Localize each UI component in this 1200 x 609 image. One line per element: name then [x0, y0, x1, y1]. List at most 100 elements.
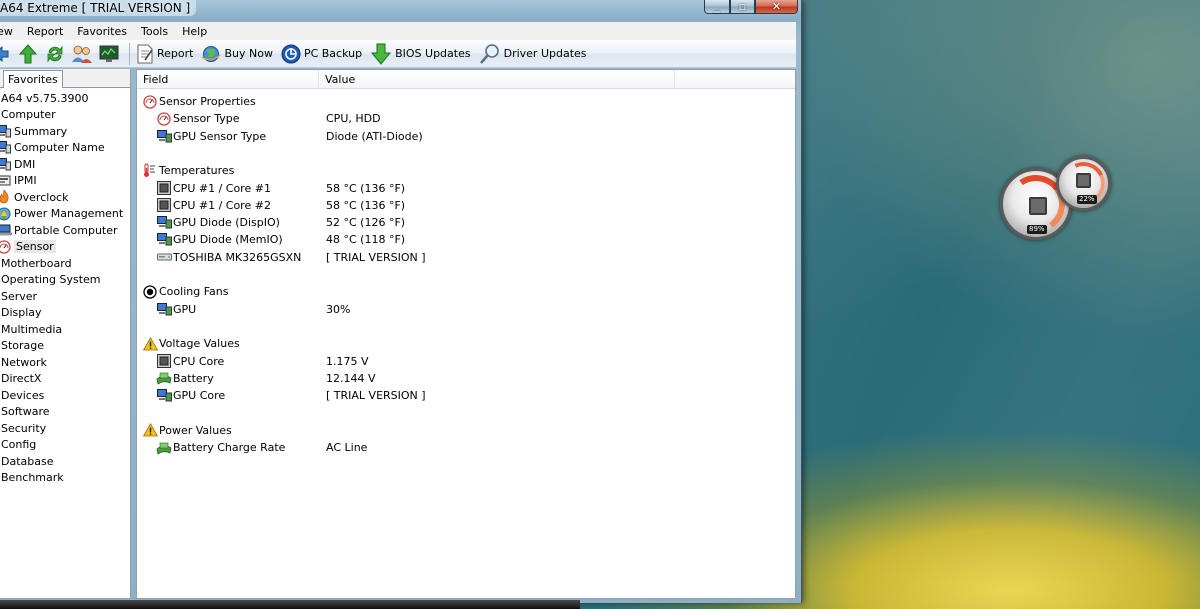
- menu-report[interactable]: Report: [20, 25, 70, 38]
- tree-item[interactable]: Benchmark: [0, 470, 130, 487]
- refresh-icon[interactable]: [44, 43, 66, 65]
- sensor-field: CPU Core: [173, 354, 225, 368]
- report-icon: [137, 44, 153, 63]
- sensor-row[interactable]: GPU Diode (MemIO): [156, 231, 283, 248]
- sensor-row[interactable]: GPU: [156, 301, 196, 318]
- tree-item-label: Multimedia: [1, 322, 63, 336]
- tree-item[interactable]: Multimedia: [0, 321, 130, 338]
- tree-item-label: Network: [1, 355, 47, 369]
- tree-item[interactable]: Network: [0, 354, 130, 371]
- maximize-button[interactable]: ▫: [730, 0, 755, 14]
- sensor-value: 52 °C (126 °F): [326, 216, 406, 230]
- menu-favorites[interactable]: Favorites: [70, 25, 134, 38]
- tree-item[interactable]: Devices: [0, 387, 130, 404]
- pc-backup-button[interactable]: PC Backup: [281, 42, 362, 66]
- section-header[interactable]: Cooling Fans: [142, 283, 228, 300]
- driver-updates-button[interactable]: Driver Updates: [479, 42, 587, 66]
- ram-meter-gadget[interactable]: 22%: [1055, 155, 1112, 212]
- sensor-row[interactable]: GPU Core: [156, 387, 225, 404]
- buy-now-button[interactable]: Buy Now: [201, 42, 273, 66]
- tree-item[interactable]: Database: [0, 453, 130, 470]
- gpu-icon: [156, 216, 172, 230]
- tree-item[interactable]: Motherboard: [0, 255, 130, 272]
- tab-favorites[interactable]: Favorites: [3, 70, 63, 88]
- tree-item[interactable]: Software: [0, 404, 130, 421]
- battery-icon: [156, 441, 172, 455]
- tree-item-label: IPMI: [14, 174, 37, 188]
- sensor-row[interactable]: CPU #1 / Core #2: [156, 197, 271, 214]
- users-icon[interactable]: [71, 43, 93, 65]
- sensor-row[interactable]: Sensor Type: [156, 110, 239, 127]
- bios-updates-button[interactable]: BIOS Updates: [370, 42, 471, 66]
- tree-item[interactable]: Portable Computer: [0, 222, 130, 239]
- sensor-row[interactable]: CPU Core: [156, 353, 224, 370]
- power-icon: [0, 207, 12, 221]
- tree-item[interactable]: DMI: [0, 156, 130, 173]
- close-button[interactable]: ✕: [755, 0, 798, 14]
- tree-item[interactable]: Overclock: [0, 189, 130, 206]
- sensor-value: CPU, HDD: [326, 112, 381, 126]
- sensor-row[interactable]: GPU Diode (DispIO): [156, 214, 280, 231]
- sensor-field: Sensor Type: [173, 112, 240, 126]
- computer-icon: [0, 124, 12, 138]
- menu-tools[interactable]: Tools: [134, 25, 175, 38]
- tree-item[interactable]: Security: [0, 420, 130, 437]
- tree-item[interactable]: Config: [0, 437, 130, 454]
- section-title: Voltage Values: [159, 337, 240, 351]
- section-title: Temperatures: [159, 164, 235, 178]
- tree-item[interactable]: Sensor: [0, 239, 130, 256]
- menu-view[interactable]: iew: [0, 25, 20, 38]
- tree-item[interactable]: Operating System: [0, 272, 130, 289]
- toolbar-separator: [129, 42, 130, 65]
- monitor-icon[interactable]: [98, 43, 120, 65]
- tree-item[interactable]: Computer: [0, 107, 130, 124]
- tree-item[interactable]: Storage: [0, 338, 130, 355]
- minimize-button[interactable]: _: [704, 0, 730, 14]
- tree-item[interactable]: Display: [0, 305, 130, 322]
- sensor-field: CPU #1 / Core #2: [173, 198, 271, 212]
- tree-item-label: Computer: [1, 108, 56, 122]
- section-title: Cooling Fans: [159, 285, 229, 299]
- sensor-row[interactable]: Battery: [156, 370, 214, 387]
- sensor-row[interactable]: Battery Charge Rate: [156, 439, 285, 456]
- report-button[interactable]: Report: [136, 42, 193, 66]
- tree-item[interactable]: A64 v5.75.3900: [0, 90, 130, 107]
- tree-item[interactable]: Power Management: [0, 206, 130, 223]
- tree-item[interactable]: Server: [0, 288, 130, 305]
- tree-item[interactable]: DirectX: [0, 371, 130, 388]
- tree-item[interactable]: Computer Name: [0, 140, 130, 157]
- cpu-meter-readout: 89%: [1027, 225, 1047, 234]
- toolbar: Report Buy Now PC Backup BIOS Updates Dr…: [0, 40, 796, 68]
- gpu-icon: [156, 129, 172, 143]
- section-header[interactable]: Sensor Properties: [142, 93, 256, 110]
- tree-item-label: Summary: [14, 124, 68, 138]
- up-arrow-icon[interactable]: [17, 43, 39, 65]
- tree-item[interactable]: IPMI: [0, 173, 130, 190]
- title-bar[interactable]: A64 Extreme [ TRIAL VERSION ] _ ▫ ✕: [0, 0, 802, 16]
- navigation-panel: Favorites A64 v5.75.3900 Computer Summary C…: [0, 69, 131, 599]
- sensor-field: Battery Charge Rate: [173, 441, 286, 454]
- battery-icon: [156, 371, 172, 385]
- tree-item-label: Overclock: [14, 190, 69, 204]
- sensor-value: 30%: [326, 302, 351, 316]
- sensor-value: 1.175 V: [326, 354, 369, 368]
- sensor-field: GPU Diode (MemIO): [173, 233, 283, 247]
- sensor-value: [ TRIAL VERSION ]: [326, 389, 426, 403]
- sensor-row[interactable]: CPU #1 / Core #1: [156, 180, 271, 197]
- section-header[interactable]: Voltage Values: [142, 335, 240, 352]
- sensor-value: Diode (ATI-Diode): [326, 129, 423, 143]
- column-value[interactable]: Value: [319, 70, 675, 88]
- sensor-field: Battery: [173, 371, 214, 385]
- section-header[interactable]: Power Values: [142, 422, 232, 439]
- menu-help[interactable]: Help: [175, 25, 214, 38]
- sensor-icon: [156, 112, 172, 126]
- section-header[interactable]: Temperatures: [142, 162, 234, 179]
- tree-item[interactable]: Summary: [0, 123, 130, 140]
- back-arrow-icon[interactable]: [0, 43, 12, 65]
- driver-updates-label: Driver Updates: [503, 47, 587, 60]
- column-field[interactable]: Field: [137, 70, 319, 88]
- sensor-value: 58 °C (136 °F): [326, 198, 406, 212]
- sensor-row[interactable]: GPU Sensor Type: [156, 128, 266, 145]
- tree-item-label: DirectX: [1, 372, 42, 386]
- sensor-row[interactable]: TOSHIBA MK3265GSXN: [156, 249, 301, 266]
